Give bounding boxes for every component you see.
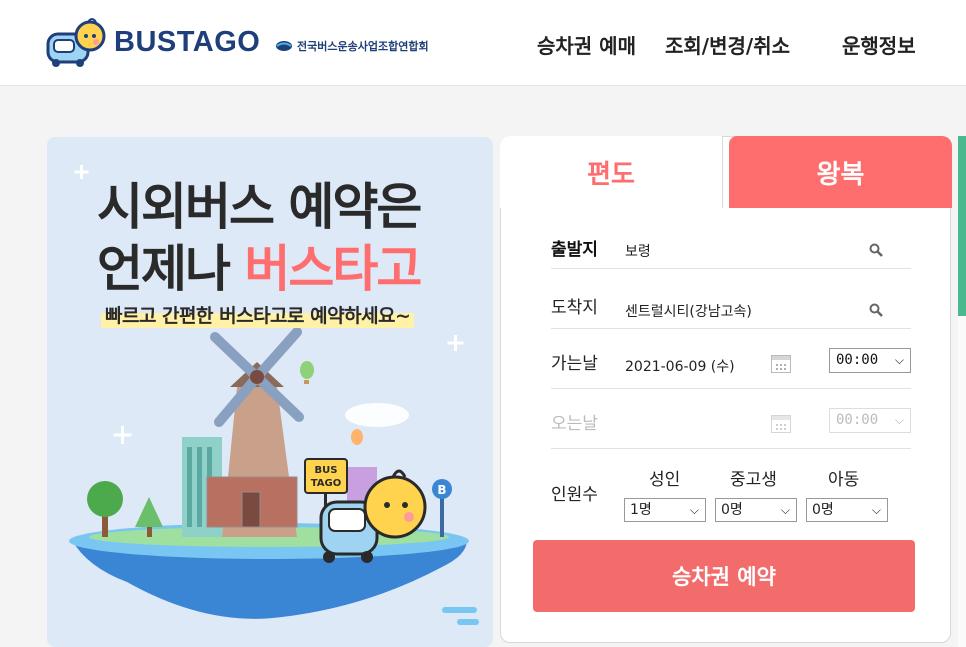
chevron-down-icon: ⌵ xyxy=(780,503,790,517)
tab-roundtrip[interactable]: 왕복 xyxy=(729,136,952,208)
arrival-label: 도착지 xyxy=(551,298,598,318)
youth-count-value: 0명 xyxy=(721,502,743,518)
departure-label: 출발지 xyxy=(551,240,598,260)
nav-service-info[interactable]: 운행정보 xyxy=(842,30,916,59)
go-time-value: 00:00 xyxy=(836,352,879,368)
sign-text-tago: TAGO xyxy=(311,478,342,489)
association-name: 전국버스운송사업조합연합회 xyxy=(297,40,429,53)
arrival-row[interactable]: 도착지 센트럴시티(강남고속) xyxy=(551,269,911,329)
departure-row[interactable]: 출발지 보령 xyxy=(551,229,911,269)
go-date-value[interactable]: 2021-06-09 (수) xyxy=(625,356,735,376)
return-date-row: 오는날 00:00 ⌵ xyxy=(551,389,911,449)
site-header: BUSTAGO 전국버스운송사업조합연합회 승차권 예매 조회/변경/취소 운행… xyxy=(0,0,966,86)
return-time-select: 00:00 ⌵ xyxy=(829,408,911,433)
chevron-down-icon: ⌵ xyxy=(871,503,881,517)
passengers-label: 인원수 xyxy=(551,485,598,505)
reserve-ticket-button[interactable]: 승차권 예약 xyxy=(533,540,915,612)
return-date-calendar-icon xyxy=(771,415,791,433)
go-date-label: 가는날 xyxy=(551,354,598,374)
sign-text-bus: BUS xyxy=(315,465,338,476)
go-date-calendar-icon[interactable] xyxy=(771,355,791,373)
child-label: 아동 xyxy=(828,470,860,490)
arrival-value[interactable]: 센트럴시티(강남고속) xyxy=(625,301,752,321)
return-date-label: 오는날 xyxy=(551,414,598,434)
youth-label: 중고생 xyxy=(730,470,777,490)
arrival-search-icon[interactable] xyxy=(869,303,883,317)
child-count-value: 0명 xyxy=(812,502,834,518)
banner-title-accent: 버스타고 xyxy=(244,240,422,298)
chevron-down-icon: ⌵ xyxy=(689,503,699,517)
youth-count-select[interactable]: 0명 ⌵ xyxy=(715,498,797,522)
adult-count-select[interactable]: 1명 ⌵ xyxy=(624,498,706,522)
mascot-logo-icon xyxy=(46,18,106,67)
bus-stop-letter: B xyxy=(437,483,446,497)
brand-name: BUSTAGO xyxy=(114,25,261,58)
go-time-select[interactable]: 00:00 ⌵ xyxy=(829,348,911,373)
booking-panel: 편도 왕복 출발지 보령 도착지 센트럴시티(강남고속) 가는날 2021-06… xyxy=(500,136,952,643)
adult-label: 성인 xyxy=(649,470,681,490)
go-date-row: 가는날 2021-06-09 (수) 00:00 ⌵ xyxy=(551,329,911,389)
tab-oneway[interactable]: 편도 xyxy=(500,136,723,208)
association-logo: 전국버스운송사업조합연합회 xyxy=(275,38,429,54)
chevron-down-icon: ⌵ xyxy=(894,353,904,367)
banner-subtitle: 빠르고 간편한 버스타고로 예약하세요~ xyxy=(101,301,415,328)
child-count-select[interactable]: 0명 ⌵ xyxy=(806,498,888,522)
logo[interactable]: BUSTAGO xyxy=(44,16,260,68)
chevron-down-icon: ⌵ xyxy=(894,413,904,427)
departure-search-icon[interactable] xyxy=(869,243,883,257)
departure-value[interactable]: 보령 xyxy=(625,241,651,261)
association-emblem-icon xyxy=(276,41,292,51)
side-accent xyxy=(958,136,966,316)
promo-banner[interactable]: B BUS TAGO 시외버스 예약은 언제나 버스타고 빠르고 간편한 버스타… xyxy=(47,137,493,647)
nav-ticket-booking[interactable]: 승차권 예매 xyxy=(537,30,636,59)
adult-count-value: 1명 xyxy=(630,502,652,518)
banner-title-prefix: 언제나 xyxy=(97,240,245,298)
return-time-value: 00:00 xyxy=(836,412,879,428)
side-panel-edge xyxy=(958,316,966,647)
banner-title-line2: 언제나 버스타고 xyxy=(97,229,422,301)
nav-lookup-change-cancel[interactable]: 조회/변경/취소 xyxy=(665,30,790,59)
